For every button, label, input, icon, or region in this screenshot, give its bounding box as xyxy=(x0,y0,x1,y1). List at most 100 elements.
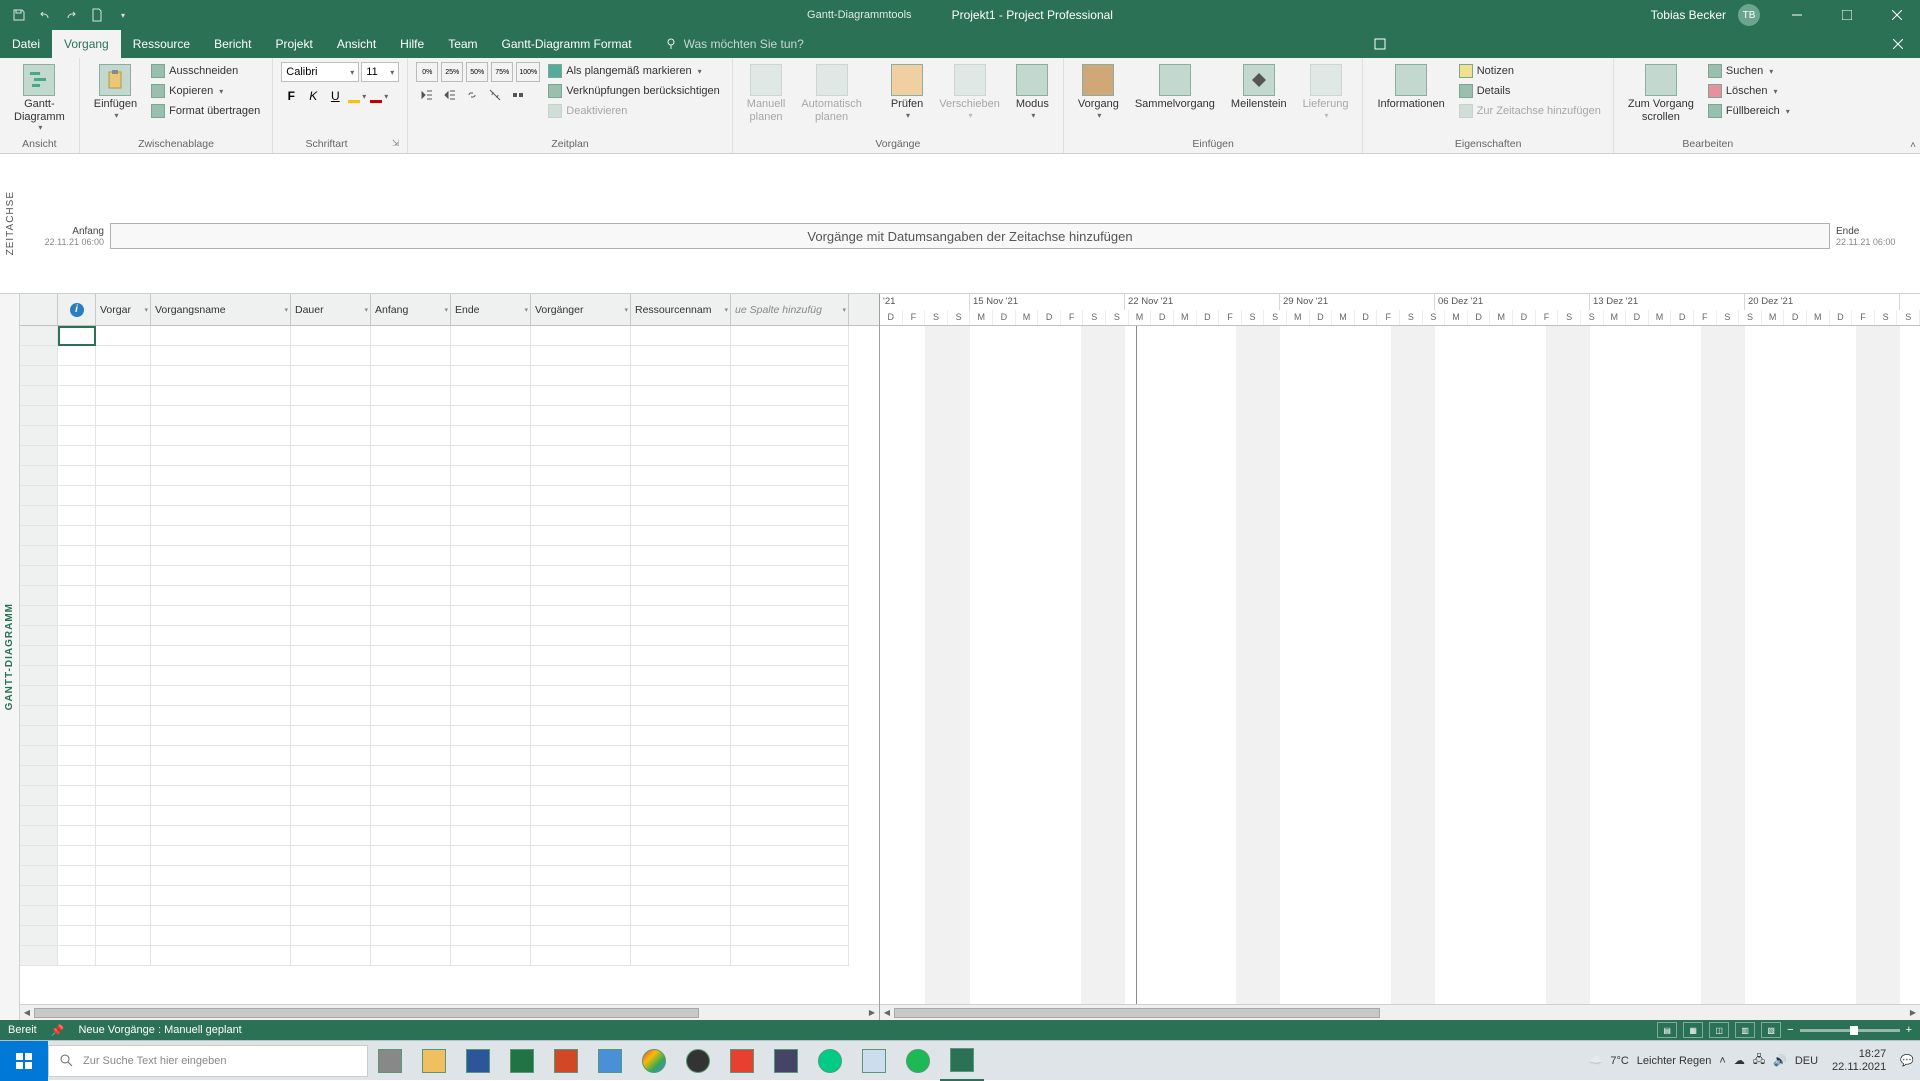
col-header-0[interactable] xyxy=(20,294,58,325)
add-to-timeline-button[interactable]: Zur Zeitachse hinzufügen xyxy=(1455,102,1605,120)
task-button[interactable]: Vorgang▾ xyxy=(1072,62,1125,122)
tab-hilfe[interactable]: Hilfe xyxy=(388,30,436,58)
tab-datei[interactable]: Datei xyxy=(0,30,52,58)
font-name-combo[interactable]: Calibri▾ xyxy=(281,62,359,82)
manual-schedule-button[interactable]: Manuell planen xyxy=(741,62,792,125)
underline-button[interactable]: U xyxy=(325,86,345,106)
weather-desc[interactable]: Leichter Regen xyxy=(1637,1055,1712,1067)
deliverable-button[interactable]: Lieferung▾ xyxy=(1297,62,1355,122)
details-button[interactable]: Details xyxy=(1455,82,1605,100)
col-header-3[interactable]: Vorgangsname▾ xyxy=(151,294,291,325)
chart-body[interactable] xyxy=(880,326,1920,1004)
summary-task-button[interactable]: Sammelvorgang xyxy=(1129,62,1221,113)
app-button-1[interactable] xyxy=(720,1041,764,1081)
edge-button[interactable] xyxy=(808,1041,852,1081)
zoom-slider[interactable] xyxy=(1800,1029,1900,1032)
chrome-button[interactable] xyxy=(632,1041,676,1081)
table-row[interactable] xyxy=(20,566,879,586)
grid-hscroll[interactable]: ◀▶ xyxy=(20,1004,879,1020)
minimize-button[interactable] xyxy=(1774,0,1820,30)
auto-schedule-button[interactable]: Automatisch planen xyxy=(795,62,868,125)
taskbar-search[interactable]: Zur Suche Text hier eingeben xyxy=(48,1045,368,1077)
pct-50-button[interactable]: 50% xyxy=(466,62,488,82)
tray-chevron-icon[interactable]: ˄ xyxy=(1719,1055,1725,1067)
tell-me-input[interactable] xyxy=(684,37,884,51)
fill-color-button[interactable]: ▾ xyxy=(347,86,367,106)
table-row[interactable] xyxy=(20,426,879,446)
outdent-button[interactable] xyxy=(416,85,436,105)
italic-button[interactable]: K xyxy=(303,86,323,106)
network-icon[interactable]: 🖧 xyxy=(1753,1051,1765,1070)
redo-icon[interactable] xyxy=(62,6,80,24)
col-header-2[interactable]: Vorgar▾ xyxy=(96,294,151,325)
link-button[interactable] xyxy=(462,85,482,105)
table-row[interactable] xyxy=(20,646,879,666)
scroll-to-task-button[interactable]: Zum Vorgang scrollen xyxy=(1622,62,1700,125)
copy-button[interactable]: Kopieren▾ xyxy=(147,82,264,100)
view-usage-button[interactable]: ▦ xyxy=(1683,1022,1703,1038)
table-row[interactable] xyxy=(20,346,879,366)
table-row[interactable] xyxy=(20,906,879,926)
tab-ansicht[interactable]: Ansicht xyxy=(325,30,388,58)
col-header-4[interactable]: Dauer▾ xyxy=(291,294,371,325)
collapse-ribbon-button[interactable]: ˄ xyxy=(1910,140,1916,151)
edge-old-button[interactable] xyxy=(588,1041,632,1081)
table-row[interactable] xyxy=(20,486,879,506)
tab-ressource[interactable]: Ressource xyxy=(121,30,202,58)
weather-temp[interactable]: 7°C xyxy=(1610,1055,1628,1067)
tab-bericht[interactable]: Bericht xyxy=(202,30,263,58)
respect-links-button[interactable]: Verknüpfungen berücksichtigen xyxy=(544,82,724,100)
pct-0-button[interactable]: 0% xyxy=(416,62,438,82)
table-row[interactable] xyxy=(20,366,879,386)
notepad-button[interactable] xyxy=(852,1041,896,1081)
table-row[interactable] xyxy=(20,326,879,346)
app-button-2[interactable] xyxy=(764,1041,808,1081)
table-row[interactable] xyxy=(20,626,879,646)
indent-button[interactable] xyxy=(439,85,459,105)
start-button[interactable] xyxy=(0,1041,48,1081)
view-network-button[interactable]: ◫ xyxy=(1709,1022,1729,1038)
table-row[interactable] xyxy=(20,546,879,566)
maximize-button[interactable] xyxy=(1824,0,1870,30)
split-button[interactable] xyxy=(508,85,528,105)
word-button[interactable] xyxy=(456,1041,500,1081)
excel-button[interactable] xyxy=(500,1041,544,1081)
format-painter-button[interactable]: Format übertragen xyxy=(147,102,264,120)
mode-button[interactable]: Modus▾ xyxy=(1010,62,1055,122)
save-icon[interactable] xyxy=(10,6,28,24)
table-row[interactable] xyxy=(20,706,879,726)
gantt-view-button[interactable]: Gantt- Diagramm ▾ xyxy=(8,62,71,134)
close-doc-button[interactable] xyxy=(1876,30,1920,58)
undo-icon[interactable] xyxy=(36,6,54,24)
pct-100-button[interactable]: 100% xyxy=(516,62,540,82)
table-row[interactable] xyxy=(20,806,879,826)
view-calendar-button[interactable]: ▥ xyxy=(1735,1022,1755,1038)
project-button[interactable] xyxy=(940,1041,984,1081)
font-size-combo[interactable]: 11▾ xyxy=(361,62,399,82)
information-button[interactable]: Informationen xyxy=(1371,62,1450,113)
clear-button[interactable]: Löschen▾ xyxy=(1704,82,1794,100)
table-row[interactable] xyxy=(20,786,879,806)
weather-icon[interactable]: ☁️ xyxy=(1589,1054,1603,1067)
zoom-out-button[interactable]: − xyxy=(1787,1024,1793,1036)
font-dialog-launcher[interactable]: ⇲ xyxy=(392,138,400,149)
table-row[interactable] xyxy=(20,866,879,886)
mark-ontrack-button[interactable]: Als plangemäß markieren▾ xyxy=(544,62,724,80)
table-row[interactable] xyxy=(20,766,879,786)
cut-button[interactable]: Ausschneiden xyxy=(147,62,264,80)
font-color-button[interactable]: ▾ xyxy=(369,86,389,106)
fill-button[interactable]: Füllbereich▾ xyxy=(1704,102,1794,120)
pct-25-button[interactable]: 25% xyxy=(441,62,463,82)
table-row[interactable] xyxy=(20,526,879,546)
pct-75-button[interactable]: 75% xyxy=(491,62,513,82)
table-row[interactable] xyxy=(20,846,879,866)
tell-me-search[interactable] xyxy=(664,30,884,58)
table-row[interactable] xyxy=(20,406,879,426)
move-button[interactable]: Verschieben▾ xyxy=(933,62,1006,122)
table-row[interactable] xyxy=(20,726,879,746)
col-header-9[interactable]: ue Spalte hinzufüg▾ xyxy=(731,294,849,325)
table-row[interactable] xyxy=(20,826,879,846)
inspect-button[interactable]: Prüfen▾ xyxy=(885,62,929,122)
user-name[interactable]: Tobias Becker xyxy=(1651,8,1726,22)
col-header-6[interactable]: Ende▾ xyxy=(451,294,531,325)
